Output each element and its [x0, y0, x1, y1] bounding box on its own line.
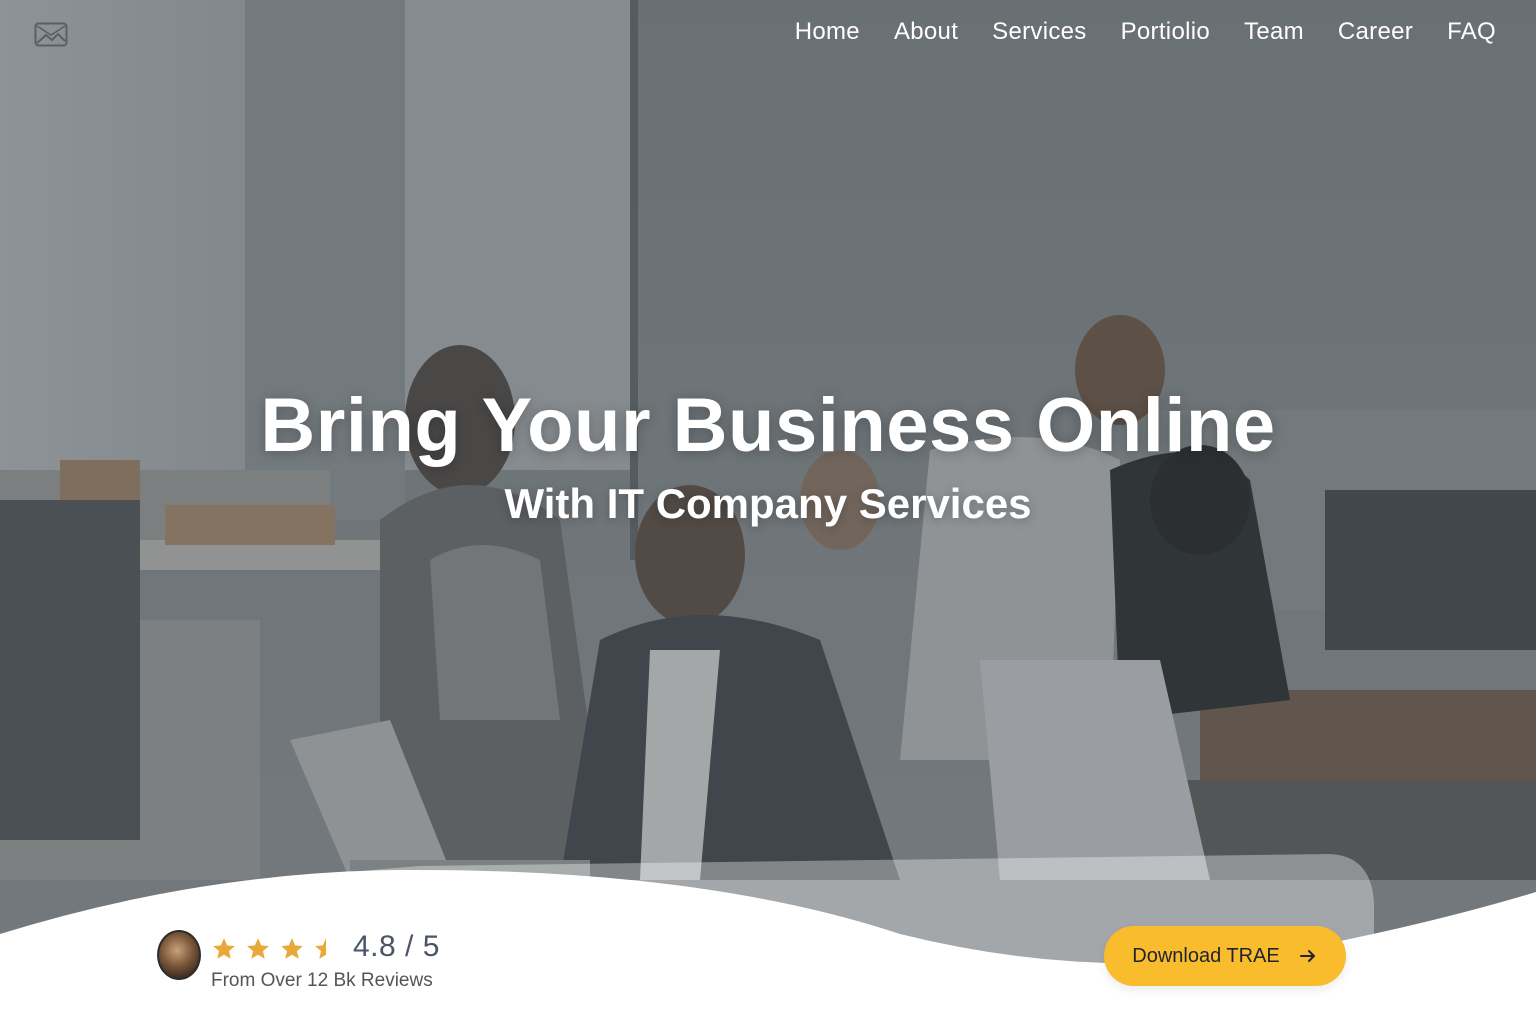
star-icon: [279, 936, 305, 962]
download-button[interactable]: Download TRAE: [1104, 926, 1346, 986]
hero-section: Home About Services Portiolio Team Caree…: [0, 0, 1536, 1024]
hero-subtitle: With IT Company Services: [504, 480, 1032, 527]
nav-item-services[interactable]: Services: [992, 18, 1086, 46]
rating-top: 4.8 / 5: [211, 930, 440, 964]
avatar: [157, 930, 201, 980]
nav-item-about[interactable]: About: [894, 18, 958, 46]
nav-item-home[interactable]: Home: [795, 18, 860, 46]
image-placeholder-icon[interactable]: [34, 22, 68, 48]
rating-block: 4.8 / 5 From Over 12 Bk Reviews: [157, 930, 440, 992]
nav-item-portfolio[interactable]: Portiolio: [1121, 18, 1210, 46]
half-star-icon: [313, 936, 339, 962]
rating-body: 4.8 / 5 From Over 12 Bk Reviews: [211, 930, 440, 992]
star-rating: [211, 936, 339, 962]
hero-title: Bring Your Business Online: [260, 383, 1276, 468]
nav-item-career[interactable]: Career: [1338, 18, 1413, 46]
reviews-count: From Over 12 Bk Reviews: [211, 970, 433, 991]
star-icon: [245, 936, 271, 962]
arrow-right-icon: [1299, 950, 1315, 962]
star-icon: [211, 936, 237, 962]
nav-item-faq[interactable]: FAQ: [1447, 18, 1496, 46]
download-button-label: Download TRAE: [1132, 944, 1280, 967]
main-nav: Home About Services Portiolio Team Caree…: [795, 18, 1496, 46]
rating-score: 4.8 / 5: [353, 930, 440, 963]
nav-item-team[interactable]: Team: [1244, 18, 1304, 46]
